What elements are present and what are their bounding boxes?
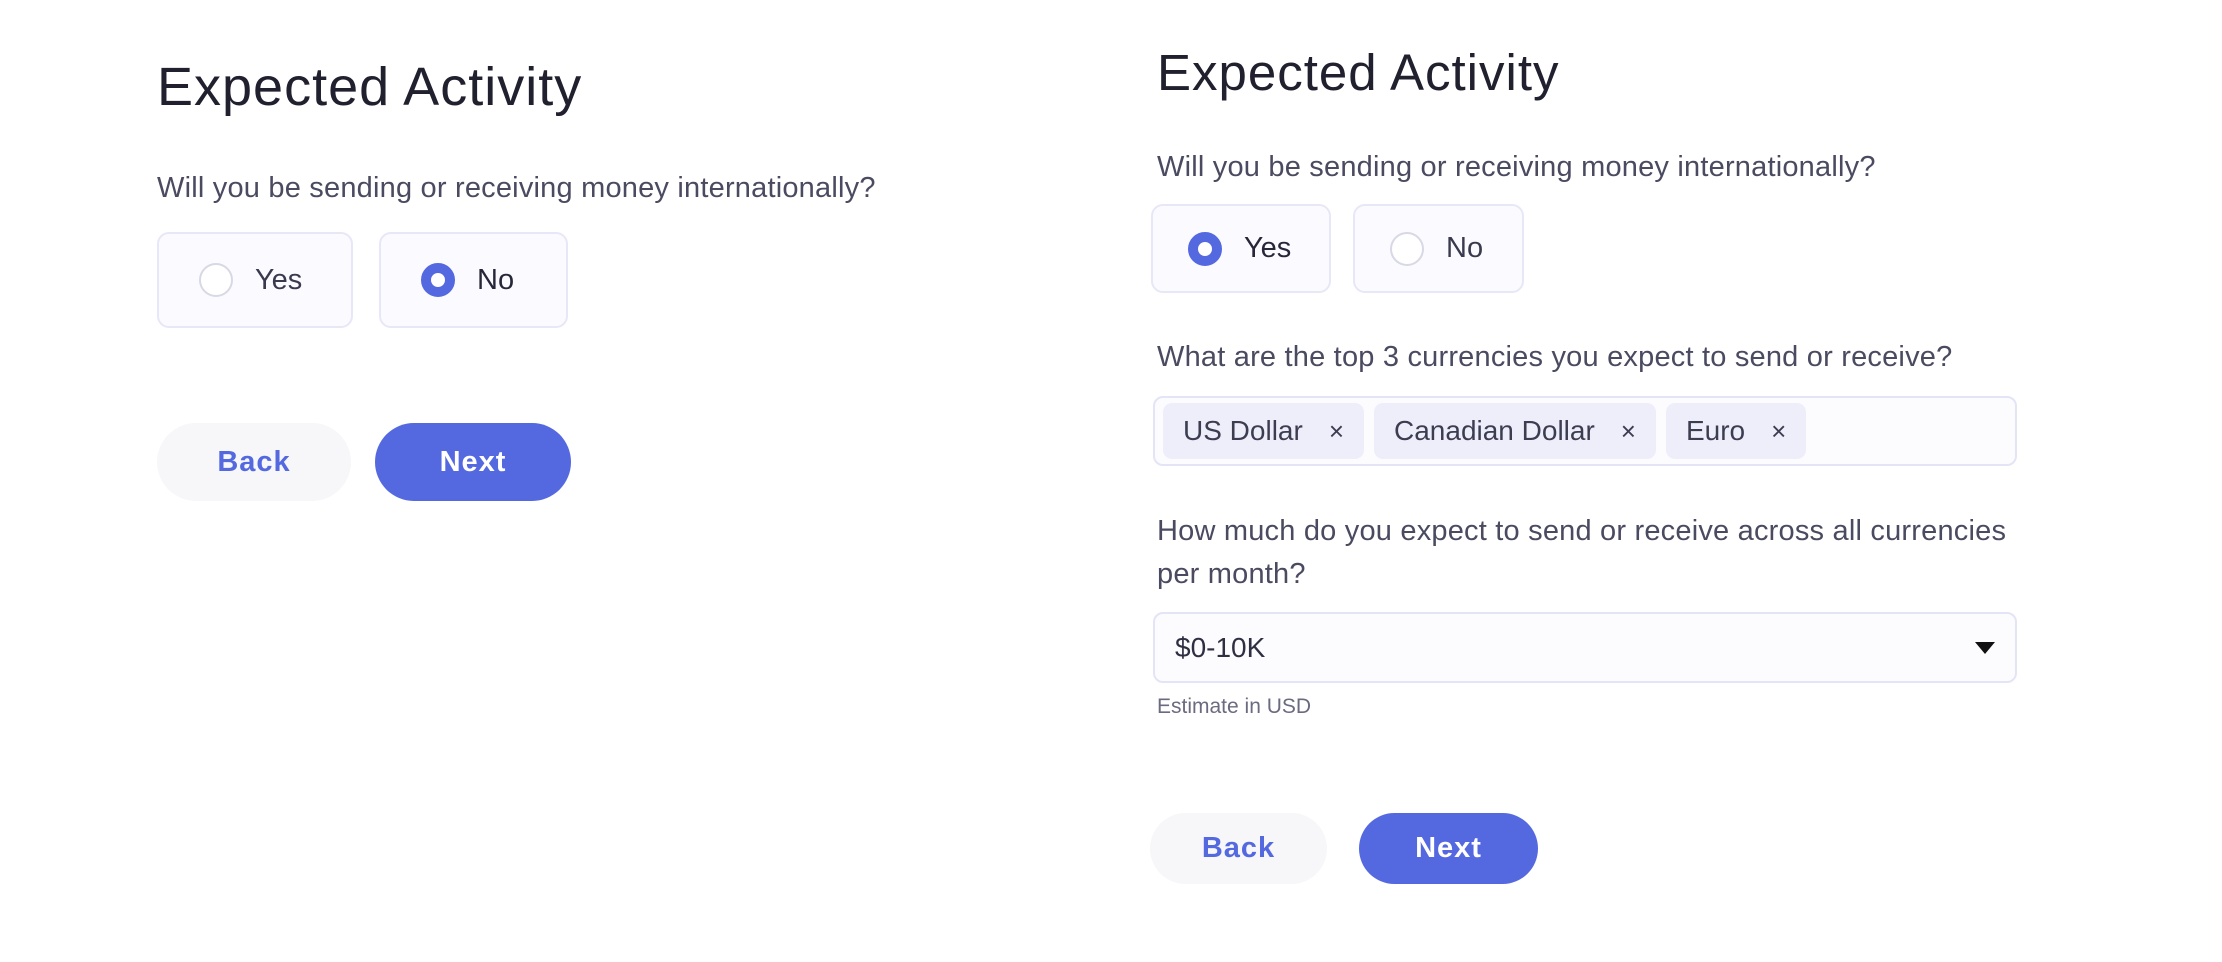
- chip-label: US Dollar: [1183, 415, 1303, 446]
- page-title: Expected Activity: [1157, 44, 1560, 101]
- radio-label-no: No: [477, 263, 515, 296]
- next-button[interactable]: Next: [375, 423, 571, 501]
- caret-down-icon: [1975, 641, 1995, 654]
- volume-hint-text: Estimate in USD: [1157, 695, 1312, 718]
- radio-option-no[interactable]: No: [1353, 204, 1524, 293]
- currencies-multiselect[interactable]: US Dollar × Canadian Dollar × Euro ×: [1153, 396, 2017, 466]
- select-value: $0-10K: [1175, 631, 1266, 663]
- remove-chip-icon[interactable]: ×: [1771, 416, 1786, 447]
- radio-option-yes[interactable]: Yes: [1151, 204, 1331, 293]
- volume-question-label: How much do you expect to send or receiv…: [1157, 515, 2007, 590]
- international-question-label: Will you be sending or receiving money i…: [157, 172, 876, 204]
- radio-label-yes: Yes: [1244, 232, 1292, 264]
- remove-chip-icon[interactable]: ×: [1329, 416, 1344, 447]
- remove-chip-icon[interactable]: ×: [1621, 416, 1636, 447]
- next-button[interactable]: Next: [1359, 813, 1538, 884]
- radio-checked-icon: [421, 263, 455, 297]
- monthly-volume-select[interactable]: $0-10K: [1153, 612, 2017, 683]
- back-button[interactable]: Back: [157, 423, 351, 501]
- radio-label-yes: Yes: [255, 263, 303, 296]
- currency-chip-us-dollar: US Dollar ×: [1163, 403, 1364, 459]
- page-title: Expected Activity: [157, 57, 583, 117]
- currencies-question-label: What are the top 3 currencies you expect…: [1157, 341, 1953, 373]
- radio-checked-icon: [1188, 231, 1222, 266]
- radio-label-no: No: [1446, 232, 1484, 264]
- currency-chip-euro: Euro ×: [1665, 403, 1807, 459]
- radio-option-yes[interactable]: Yes: [157, 232, 353, 328]
- chip-label: Canadian Dollar: [1394, 415, 1595, 446]
- radio-unchecked-icon: [199, 263, 233, 297]
- radio-option-no[interactable]: No: [379, 232, 568, 328]
- chip-label: Euro: [1685, 415, 1746, 446]
- currency-chip-canadian-dollar: Canadian Dollar ×: [1374, 403, 1656, 459]
- international-question-label: Will you be sending or receiving money i…: [1157, 151, 1876, 183]
- back-button[interactable]: Back: [1150, 813, 1327, 884]
- radio-unchecked-icon: [1390, 231, 1424, 266]
